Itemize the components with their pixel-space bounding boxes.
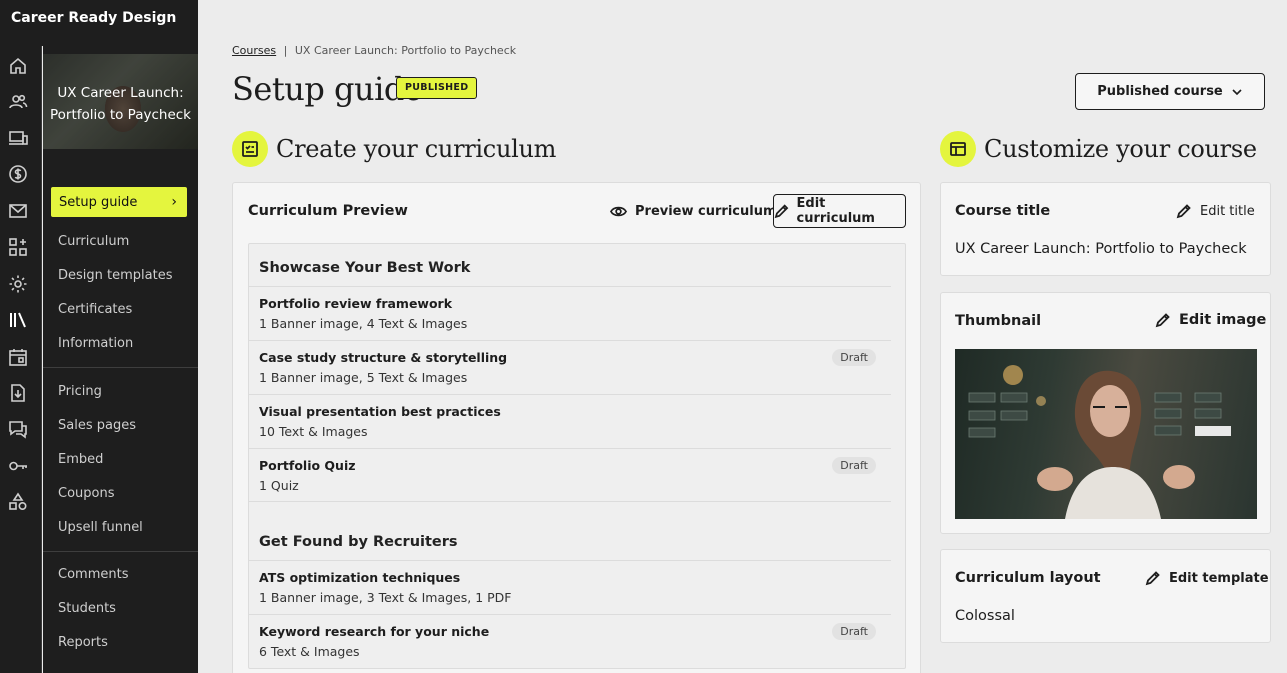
sidebar-item-design-templates[interactable]: Design templates bbox=[58, 268, 172, 283]
lesson-title: ATS optimization techniques bbox=[259, 570, 461, 585]
customize-heading-text: Customize your course bbox=[984, 135, 1257, 163]
customize-section-heading: Customize your course bbox=[940, 131, 1257, 167]
status-badge: PUBLISHED bbox=[396, 77, 478, 99]
publish-status-dropdown[interactable]: Published course bbox=[1075, 73, 1265, 110]
breadcrumb: Courses | UX Career Launch: Portfolio to… bbox=[232, 44, 516, 57]
pencil-icon bbox=[1176, 204, 1191, 219]
publish-status-label: Published course bbox=[1097, 84, 1223, 99]
sidebar-item-comments[interactable]: Comments bbox=[58, 567, 128, 582]
course-thumbnail-title: UX Career Launch: Portfolio to Paycheck bbox=[50, 85, 191, 123]
devices-icon[interactable] bbox=[8, 128, 28, 148]
curriculum-heading-text: Create your curriculum bbox=[276, 135, 557, 163]
course-title-label: Course title bbox=[955, 203, 1051, 219]
course-thumbnail[interactable]: UX Career Launch: Portfolio to Paycheck bbox=[43, 54, 198, 149]
lesson-row[interactable]: Keyword research for your niche 6 Text &… bbox=[249, 614, 891, 668]
sidebar-item-reports[interactable]: Reports bbox=[58, 635, 108, 650]
dollar-icon[interactable] bbox=[8, 164, 28, 184]
download-icon[interactable] bbox=[8, 383, 28, 403]
lesson-row[interactable]: ATS optimization techniques 1 Banner ima… bbox=[249, 560, 891, 614]
curriculum-layout-card bbox=[940, 549, 1271, 643]
pencil-icon bbox=[1145, 571, 1160, 586]
sidebar-item-coupons[interactable]: Coupons bbox=[58, 486, 115, 501]
lesson-title: Portfolio review framework bbox=[259, 296, 453, 311]
curriculum-icon bbox=[232, 131, 268, 167]
lesson-meta: 1 Banner image, 5 Text & Images bbox=[259, 370, 468, 385]
mail-icon[interactable] bbox=[8, 201, 28, 221]
library-icon[interactable] bbox=[8, 310, 28, 330]
lesson-meta: 1 Quiz bbox=[259, 478, 299, 493]
sidebar-item-embed[interactable]: Embed bbox=[58, 452, 103, 467]
brand-name[interactable]: Career Ready Design bbox=[0, 0, 198, 46]
edit-title-label: Edit title bbox=[1200, 203, 1255, 219]
thumbnail-illustration bbox=[968, 365, 1231, 519]
apps-icon[interactable] bbox=[8, 237, 28, 257]
curriculum-layout-value: Colossal bbox=[955, 608, 1015, 624]
layout-icon bbox=[940, 131, 976, 167]
lesson-row[interactable]: Visual presentation best practices 10 Te… bbox=[249, 394, 891, 448]
lesson-meta: 1 Banner image, 3 Text & Images, 1 PDF bbox=[259, 590, 512, 605]
course-title-card bbox=[940, 182, 1271, 276]
chevron-right-icon: › bbox=[171, 194, 177, 210]
draft-badge: Draft bbox=[832, 457, 876, 474]
edit-curriculum-label: Edit curriculum bbox=[796, 196, 875, 226]
key-icon[interactable] bbox=[8, 456, 28, 476]
edit-template-button[interactable]: Edit template bbox=[1145, 570, 1269, 586]
edit-curriculum-button[interactable]: Edit curriculum bbox=[773, 194, 906, 228]
lesson-title: Keyword research for your niche bbox=[259, 624, 490, 639]
home-icon[interactable] bbox=[8, 56, 28, 76]
pencil-icon bbox=[774, 204, 789, 219]
breadcrumb-courses-link[interactable]: Courses bbox=[232, 44, 276, 57]
lesson-title: Case study structure & storytelling bbox=[259, 350, 508, 365]
curriculum-layout-label: Curriculum layout bbox=[955, 570, 1101, 586]
edit-image-label: Edit image bbox=[1179, 312, 1267, 328]
preview-curriculum-label: Preview curriculum bbox=[635, 204, 777, 219]
sidebar-item-sales-pages[interactable]: Sales pages bbox=[58, 418, 136, 433]
edit-image-button[interactable]: Edit image bbox=[1155, 312, 1266, 328]
shapes-icon[interactable] bbox=[8, 492, 28, 512]
sidebar-item-pricing[interactable]: Pricing bbox=[58, 384, 102, 399]
page-title: Setup guide bbox=[232, 70, 423, 108]
sidebar-item-information[interactable]: Information bbox=[58, 336, 133, 351]
breadcrumb-separator: | bbox=[283, 44, 288, 57]
eye-icon bbox=[610, 206, 627, 217]
lesson-title: Portfolio Quiz bbox=[259, 458, 356, 473]
chat-icon[interactable] bbox=[8, 419, 28, 439]
pencil-icon bbox=[1155, 313, 1170, 328]
course-sidebar: UX Career Launch: Portfolio to Paycheck … bbox=[43, 46, 198, 673]
lesson-row[interactable]: Portfolio review framework 1 Banner imag… bbox=[249, 286, 891, 340]
breadcrumb-current: UX Career Launch: Portfolio to Paycheck bbox=[294, 44, 517, 57]
lesson-row[interactable]: Portfolio Quiz 1 Quiz Draft bbox=[249, 448, 891, 502]
sidebar-item-students[interactable]: Students bbox=[58, 601, 116, 616]
lesson-meta: 1 Banner image, 4 Text & Images bbox=[259, 316, 468, 331]
lesson-title: Visual presentation best practices bbox=[259, 404, 501, 419]
sidebar-item-label: Setup guide bbox=[59, 194, 138, 210]
module-title[interactable]: Showcase Your Best Work bbox=[259, 260, 470, 276]
edit-template-label: Edit template bbox=[1169, 570, 1269, 586]
icon-rail bbox=[0, 46, 42, 673]
sidebar-item-setup-guide[interactable]: Setup guide › bbox=[51, 187, 187, 217]
sidebar-divider bbox=[43, 551, 198, 552]
calendar-icon[interactable] bbox=[8, 347, 28, 367]
thumbnail-label: Thumbnail bbox=[955, 313, 1042, 329]
lesson-meta: 10 Text & Images bbox=[259, 424, 368, 439]
sidebar-item-certificates[interactable]: Certificates bbox=[58, 302, 132, 317]
sidebar-item-upsell-funnel[interactable]: Upsell funnel bbox=[58, 520, 143, 535]
lesson-meta: 6 Text & Images bbox=[259, 644, 360, 659]
curriculum-preview-title: Curriculum Preview bbox=[248, 203, 408, 219]
curriculum-section-heading: Create your curriculum bbox=[232, 131, 556, 167]
draft-badge: Draft bbox=[832, 623, 876, 640]
gear-icon[interactable] bbox=[8, 274, 28, 294]
sidebar-divider bbox=[43, 367, 198, 368]
course-title-value: UX Career Launch: Portfolio to Paycheck bbox=[955, 241, 1247, 257]
chevron-down-icon bbox=[1232, 88, 1242, 95]
preview-curriculum-button[interactable]: Preview curriculum bbox=[610, 203, 777, 220]
users-icon[interactable] bbox=[8, 92, 28, 112]
draft-badge: Draft bbox=[832, 349, 876, 366]
sidebar-item-curriculum[interactable]: Curriculum bbox=[58, 234, 129, 249]
module-title[interactable]: Get Found by Recruiters bbox=[259, 534, 458, 550]
edit-title-button[interactable]: Edit title bbox=[1176, 203, 1255, 219]
thumbnail-image bbox=[955, 349, 1257, 519]
lesson-row[interactable]: Case study structure & storytelling 1 Ba… bbox=[249, 340, 891, 394]
